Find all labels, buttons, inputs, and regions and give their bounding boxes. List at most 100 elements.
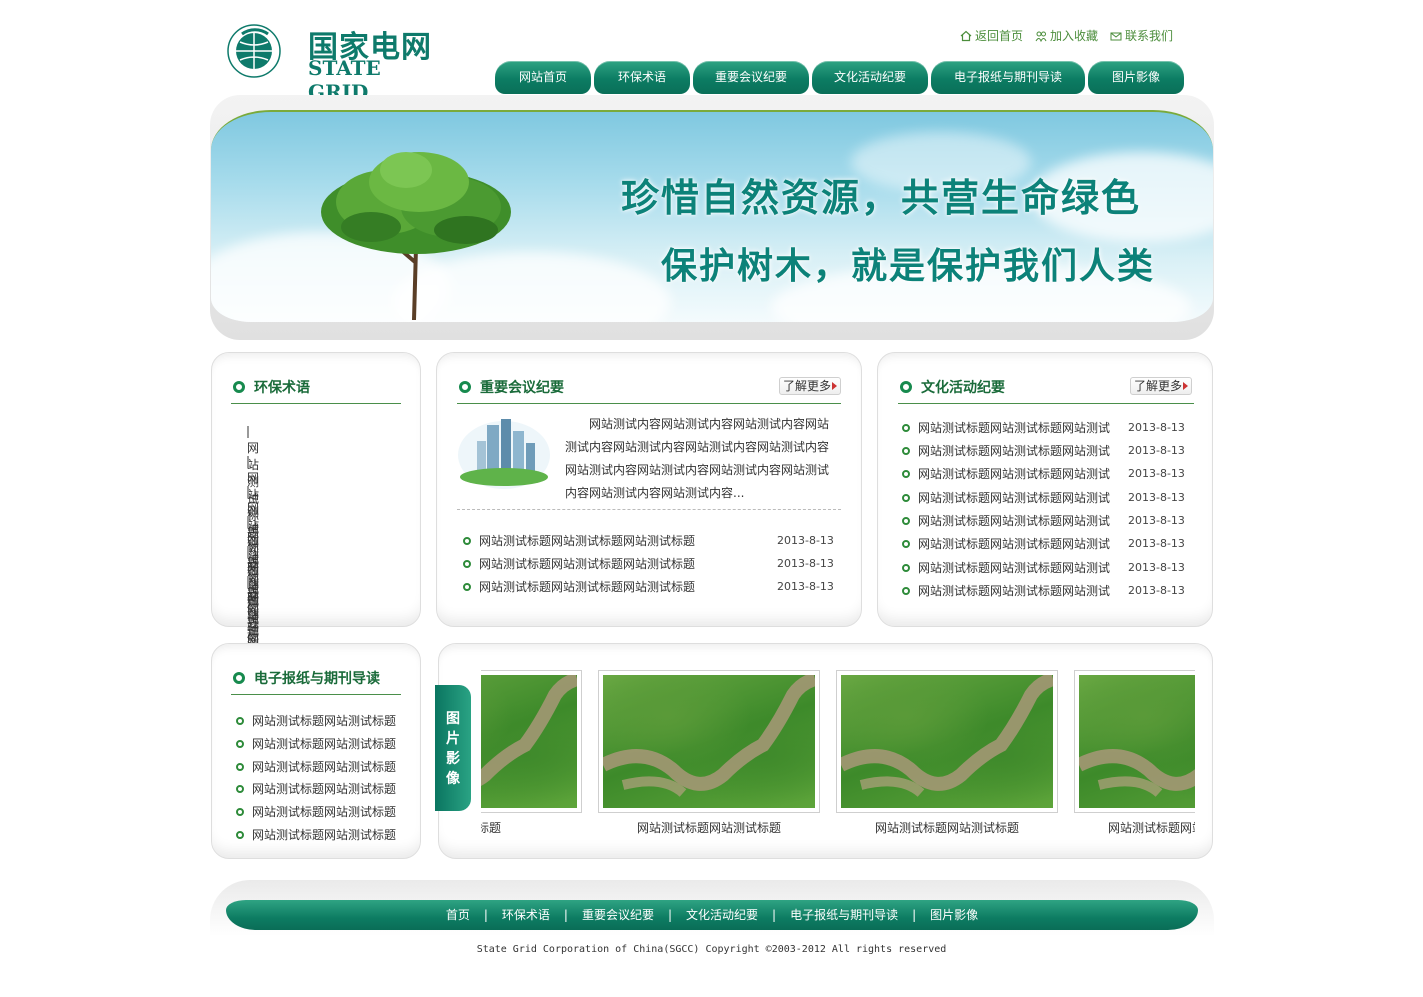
gallery-caption[interactable]: 网站测试标题网站测试标题 bbox=[598, 819, 820, 836]
bullet-icon bbox=[902, 540, 910, 548]
culture-title: 文化活动纪要 bbox=[900, 377, 1005, 397]
logo[interactable]: 国家电网 STATE GRID bbox=[222, 22, 442, 104]
bullet-icon bbox=[902, 587, 910, 595]
item-date: 2013-8-13 bbox=[1128, 537, 1185, 550]
bar-bullet-icon bbox=[247, 516, 249, 528]
bullet-icon bbox=[233, 672, 245, 684]
list-item-label: 网站测试标题网站测试标题 bbox=[252, 760, 397, 774]
nav-meetings[interactable]: 重要会议纪要 bbox=[693, 61, 809, 94]
list-item-label: 网站测试标题网站测试标题网站测试 bbox=[918, 491, 1111, 505]
list-item-label: 网站测试标题网站测试标题 bbox=[252, 805, 397, 819]
env-terms-title: 环保术语 bbox=[233, 377, 310, 397]
wetland-photo bbox=[603, 675, 815, 808]
list-item-label: 网站测试标题网站测试标题 bbox=[252, 828, 397, 842]
wetland-photo bbox=[841, 675, 1053, 808]
footer-links: 首页 | 环保术语 | 重要会议纪要 | 文化活动纪要 | 电子报纸与期刊导读 | 图片影像 bbox=[226, 900, 1198, 930]
list-item[interactable]: 网站测试标题网站测试标题网站测试 bbox=[902, 535, 1110, 552]
river-graphic bbox=[1079, 749, 1195, 797]
list-item[interactable]: 网站测试标题网站测试标题 bbox=[236, 712, 396, 729]
list-item[interactable]: 网站测试标题网站测试标题 bbox=[236, 780, 396, 797]
tree-illustration bbox=[321, 152, 511, 321]
bullet-icon bbox=[902, 564, 910, 572]
culture-more-button[interactable]: 了解更多 bbox=[1130, 377, 1192, 395]
nav-newspaper[interactable]: 电子报纸与期刊导读 bbox=[931, 61, 1085, 94]
list-item[interactable]: 网站测试标题网站测试标题网站测试 bbox=[902, 559, 1110, 576]
culture-title-text: 文化活动纪要 bbox=[921, 380, 1005, 396]
meetings-title-text: 重要会议纪要 bbox=[480, 380, 564, 396]
separator: | bbox=[667, 908, 673, 922]
list-item-label: 网站测试标题网站测试标题网站测试 bbox=[918, 537, 1111, 551]
nav-culture[interactable]: 文化活动纪要 bbox=[812, 61, 928, 94]
nav-photos[interactable]: 图片影像 bbox=[1088, 61, 1184, 94]
top-links: 返回首页 加入收藏 联系我们 bbox=[960, 27, 1173, 44]
footer-link-photos[interactable]: 图片影像 bbox=[930, 908, 978, 922]
list-item[interactable]: 网站测试标题网站测试标题网站测试 bbox=[902, 419, 1110, 436]
nav-home[interactable]: 网站首页 bbox=[495, 61, 591, 94]
footer-link-newspaper[interactable]: 电子报纸与期刊导读 bbox=[790, 908, 898, 922]
list-item-label: 网站测试标题网站测试标题网站测试标题 bbox=[479, 580, 696, 594]
env-terms-panel: 环保术语 网站测试标题网站测试 网站测试标题网站测试 网站测试标题网站测试 网站… bbox=[211, 352, 421, 758]
list-item[interactable]: 网站测试标题网站测试标题网站测试 bbox=[902, 512, 1110, 529]
meetings-summary: 网站测试内容网站测试内容网站测试内容网站测试内容网站测试内容网站测试内容网站测试… bbox=[565, 417, 830, 500]
banner-headline-2: 保护树木，就是保护我们人类 bbox=[661, 246, 1156, 287]
list-item[interactable]: 网站测试标题网站测试标题网站测试标题 bbox=[463, 555, 695, 572]
gallery-photo[interactable] bbox=[836, 670, 1058, 813]
wetland-photo bbox=[1079, 675, 1195, 808]
bullet-icon bbox=[463, 583, 471, 591]
home-link[interactable]: 返回首页 bbox=[960, 27, 1023, 44]
item-date: 2013-8-13 bbox=[777, 534, 834, 547]
list-item[interactable]: 网站测试标题网站测试标题网站测试标题 bbox=[463, 578, 695, 595]
list-item[interactable]: 网站测试标题网站测试标题网站测试 bbox=[902, 582, 1110, 599]
bullet-icon bbox=[459, 381, 471, 393]
culture-panel: 文化活动纪要 了解更多 网站测试标题网站测试标题网站测试 2013-8-13 网… bbox=[877, 352, 1213, 627]
meetings-more-button[interactable]: 了解更多 bbox=[779, 377, 841, 395]
gallery-tab[interactable]: 图片影像 bbox=[435, 685, 471, 811]
contact-link[interactable]: 联系我们 bbox=[1110, 27, 1173, 44]
env-terms-title-text: 环保术语 bbox=[254, 380, 310, 396]
list-item-label: 网站测试标题网站测试标题 bbox=[252, 737, 397, 751]
bullet-icon bbox=[236, 808, 244, 816]
home-icon bbox=[960, 30, 972, 41]
list-item[interactable]: 网站测试标题网站测试标题网站测试 bbox=[902, 489, 1110, 506]
bar-bullet-icon bbox=[247, 576, 249, 588]
list-item[interactable]: 网站测试标题网站测试标题网站测试 bbox=[902, 465, 1110, 482]
bullet-icon bbox=[902, 470, 910, 478]
list-item[interactable]: 网站测试标题网站测试标题 bbox=[236, 826, 396, 843]
arrow-right-icon bbox=[832, 382, 837, 390]
separator: | bbox=[483, 908, 488, 922]
bullet-icon bbox=[902, 494, 910, 502]
divider bbox=[457, 403, 841, 404]
gallery-caption[interactable]: 站测试标题 bbox=[481, 819, 582, 836]
bar-bullet-icon bbox=[247, 426, 249, 438]
gallery-caption[interactable]: 网站测试标题网站测试标题 bbox=[836, 819, 1058, 836]
list-item-label: 网站测试标题网站测试标题网站测试 bbox=[918, 444, 1111, 458]
list-item[interactable]: 网站测试标题网站测试标题网站测试 bbox=[902, 442, 1110, 459]
footer-link-home[interactable]: 首页 bbox=[446, 908, 470, 922]
footer-link-meetings[interactable]: 重要会议纪要 bbox=[582, 908, 654, 922]
bar-bullet-icon bbox=[247, 486, 249, 498]
footer-link-culture[interactable]: 文化活动纪要 bbox=[686, 908, 758, 922]
gallery-photo[interactable] bbox=[1074, 670, 1195, 813]
list-item-label: 网站测试标题网站测试标题网站测试 bbox=[918, 421, 1111, 435]
home-link-label: 返回首页 bbox=[975, 29, 1024, 43]
dashed-divider bbox=[457, 509, 841, 510]
footer-nav: 首页 | 环保术语 | 重要会议纪要 | 文化活动纪要 | 电子报纸与期刊导读 | 图片影像 bbox=[226, 900, 1198, 930]
gallery-photo[interactable] bbox=[598, 670, 820, 813]
divider bbox=[231, 403, 401, 404]
list-item[interactable]: 网站测试标题网站测试标题 bbox=[236, 803, 396, 820]
gallery-photo[interactable] bbox=[481, 670, 582, 813]
river-graphic bbox=[603, 675, 815, 797]
list-item-label: 网站测试标题网站测试标题 bbox=[252, 782, 397, 796]
bar-bullet-icon bbox=[247, 546, 249, 558]
list-item[interactable]: 网站测试标题网站测试标题 bbox=[236, 735, 396, 752]
nav-env-terms[interactable]: 环保术语 bbox=[594, 61, 690, 94]
bookmark-link[interactable]: 加入收藏 bbox=[1035, 27, 1098, 44]
banner-headline-1: 珍惜自然资源，共营生命绿色 bbox=[621, 176, 1142, 220]
gallery-caption[interactable]: 网站测试标题网站 bbox=[1056, 819, 1195, 836]
list-item-label: 网站测试标题网站测试标题网站测试标题 bbox=[479, 557, 696, 571]
list-item[interactable]: 网站测试标题网站测试标题 bbox=[236, 758, 396, 775]
meetings-panel: 重要会议纪要 了解更多 网站测试内容网站测试内容网站测试内容网站测试内容网站测试… bbox=[436, 352, 862, 627]
list-item[interactable]: 网站测试标题网站测试标题网站测试标题 bbox=[463, 532, 695, 549]
bullet-icon bbox=[902, 424, 910, 432]
footer-link-env-terms[interactable]: 环保术语 bbox=[502, 908, 550, 922]
